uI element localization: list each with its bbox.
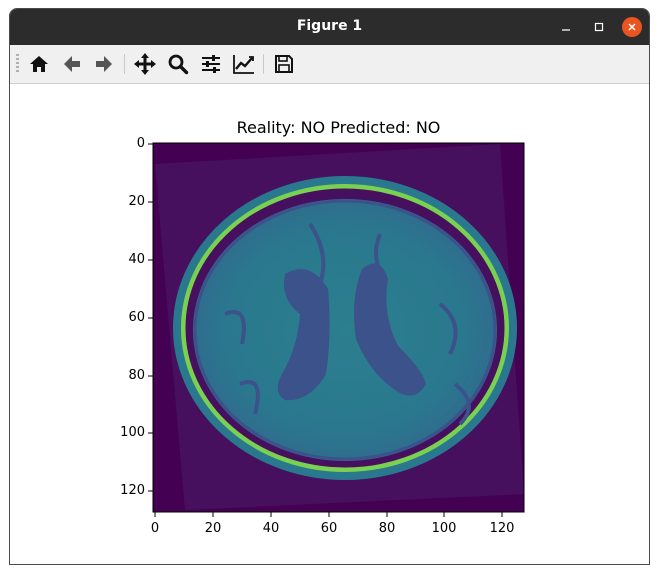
edit-axes-button[interactable] — [231, 51, 257, 77]
x-tick-label: 0 — [150, 521, 160, 536]
y-tick-label: 60 — [128, 310, 145, 325]
pan-button[interactable] — [132, 51, 158, 77]
y-tick-label: 40 — [128, 252, 145, 267]
x-tick-label: 40 — [262, 521, 280, 536]
save-button[interactable] — [271, 51, 297, 77]
toolbar-grip[interactable] — [16, 54, 19, 74]
figure-canvas[interactable]: Reality: NO Predicted: NO 0 20 40 60 80 … — [10, 84, 649, 564]
y-tick-label: 20 — [128, 194, 145, 209]
line-chart-icon — [233, 55, 254, 74]
close-icon — [628, 23, 636, 31]
y-tick-label: 0 — [136, 136, 145, 151]
x-tick-label: 100 — [431, 521, 457, 536]
home-icon — [30, 56, 48, 72]
x-tick-label: 120 — [489, 521, 515, 536]
toolbar-separator — [263, 54, 264, 74]
y-tick-label: 80 — [128, 368, 145, 383]
maximize-button[interactable] — [589, 17, 609, 37]
arrow-left-icon — [64, 56, 80, 72]
maximize-icon — [594, 22, 604, 32]
close-button[interactable] — [622, 17, 642, 37]
window-title: Figure 1 — [296, 18, 363, 34]
back-button[interactable] — [59, 51, 85, 77]
x-tick-label: 60 — [320, 521, 338, 536]
figure-window: Figure 1 Reality: NO Predicted: NO 0 20 … — [9, 8, 650, 565]
y-tick-label: 120 — [120, 483, 145, 498]
move-icon — [134, 53, 156, 75]
x-tick-label: 80 — [378, 521, 396, 536]
sliders-icon — [202, 55, 220, 73]
minimize-button[interactable] — [556, 17, 576, 37]
x-tick-label: 20 — [204, 521, 222, 536]
magnifier-icon — [168, 54, 189, 75]
arrow-right-icon — [96, 56, 112, 72]
subplots-button[interactable] — [198, 51, 224, 77]
floppy-disk-icon — [275, 55, 293, 73]
home-button[interactable] — [26, 51, 52, 77]
minimize-icon — [562, 29, 570, 31]
y-tick-label: 100 — [120, 425, 145, 440]
zoom-button[interactable] — [165, 51, 191, 77]
toolbar — [10, 45, 649, 84]
forward-button[interactable] — [91, 51, 117, 77]
toolbar-separator — [124, 54, 125, 74]
title-bar[interactable]: Figure 1 — [10, 9, 649, 45]
